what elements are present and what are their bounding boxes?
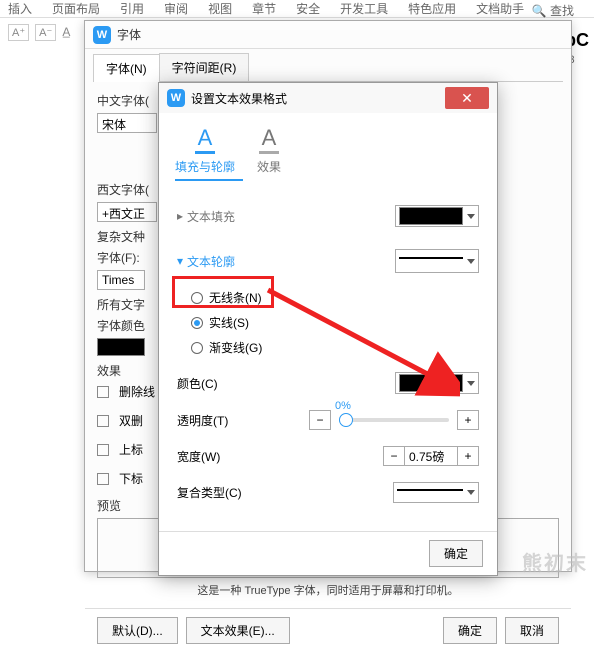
- radio-no-line[interactable]: 无线条(N): [191, 289, 479, 306]
- color-label: 颜色(C): [177, 375, 218, 392]
- fx-ok-button[interactable]: 确定: [429, 540, 483, 567]
- ribbon-tab[interactable]: 页面布局: [52, 0, 100, 17]
- cancel-button[interactable]: 取消: [505, 617, 559, 644]
- fx-title-bar: W 设置文本效果格式 ✕: [159, 83, 497, 113]
- chevron-down-icon: [467, 259, 475, 264]
- chevron-down-icon: [467, 490, 475, 495]
- default-button[interactable]: 默认(D)...: [97, 617, 178, 644]
- chevron-down-icon: [467, 381, 475, 386]
- ribbon-tab[interactable]: 开发工具: [340, 0, 388, 17]
- width-label: 宽度(W): [177, 448, 220, 465]
- text-effect-dialog: W 设置文本效果格式 ✕ A 填充与轮廓 A 效果 ▸ 文本填充 ▾ 文本轮廓 …: [158, 82, 498, 576]
- west-font-field[interactable]: +西文正: [97, 202, 157, 222]
- outline-color-picker[interactable]: [395, 372, 479, 394]
- search-box[interactable]: 🔍 查找: [532, 2, 574, 19]
- mode-fill-outline[interactable]: A 填充与轮廓: [175, 125, 235, 175]
- tab-spacing[interactable]: 字符间距(R): [159, 53, 250, 81]
- opacity-label: 透明度(T): [177, 412, 228, 429]
- mode-effects[interactable]: A 效果: [257, 125, 281, 175]
- section-text-fill[interactable]: ▸ 文本填充: [177, 208, 235, 225]
- font-color-icon[interactable]: A̲: [62, 25, 70, 39]
- radio-gradient-line[interactable]: 渐变线(G): [191, 339, 479, 356]
- increase-font-icon[interactable]: A⁺: [8, 24, 29, 41]
- cn-font-field[interactable]: 宋体: [97, 113, 157, 133]
- app-icon: W: [167, 89, 185, 107]
- font-color-label: 字体颜色: [97, 317, 167, 334]
- cn-font-label: 中文字体(: [97, 92, 167, 109]
- tab-font[interactable]: 字体(N): [93, 54, 160, 82]
- chevron-down-icon: [467, 214, 475, 219]
- text-effect-button[interactable]: 文本效果(E)...: [186, 617, 290, 644]
- font-dialog-tabs: 字体(N) 字符间距(R): [93, 53, 563, 82]
- width-minus[interactable]: −: [383, 446, 405, 466]
- ribbon-tab[interactable]: 章节: [252, 0, 276, 17]
- opacity-value: 0%: [335, 400, 351, 412]
- complex-font-field[interactable]: Times: [97, 270, 145, 290]
- app-icon: W: [93, 26, 111, 44]
- ribbon: 插入 页面布局 引用 审阅 视图 章节 安全 开发工具 特色应用 文档助手: [0, 0, 594, 18]
- width-field[interactable]: 0.75磅: [405, 446, 457, 466]
- ok-button[interactable]: 确定: [443, 617, 497, 644]
- font-dialog-title: W 字体: [85, 21, 571, 49]
- opacity-slider[interactable]: 0%: [339, 418, 449, 422]
- truetype-note: 这是一种 TrueType 字体，同时适用于屏幕和打印机。: [97, 582, 559, 598]
- ribbon-tab[interactable]: 特色应用: [408, 0, 456, 17]
- ribbon-tab[interactable]: 插入: [8, 0, 32, 17]
- opacity-minus[interactable]: −: [309, 410, 331, 430]
- effect-letter-icon: A: [259, 125, 279, 154]
- close-icon[interactable]: ✕: [445, 87, 489, 109]
- ribbon-tab[interactable]: 视图: [208, 0, 232, 17]
- ribbon-tab[interactable]: 引用: [120, 0, 144, 17]
- ribbon-tab[interactable]: 文档助手: [476, 0, 524, 17]
- decrease-font-icon[interactable]: A⁻: [35, 24, 56, 41]
- fx-mode-tabs: A 填充与轮廓 A 效果: [159, 113, 497, 179]
- ribbon-tab[interactable]: 审阅: [164, 0, 188, 17]
- font-dialog-buttons: 默认(D)... 文本效果(E)... 确定 取消: [85, 608, 571, 652]
- west-font-label: 西文字体(: [97, 181, 167, 198]
- section-text-outline[interactable]: ▾ 文本轮廓: [177, 253, 235, 270]
- width-plus[interactable]: +: [457, 446, 479, 466]
- outline-preview-picker[interactable]: [395, 249, 479, 273]
- fill-letter-icon: A: [195, 125, 215, 154]
- opacity-plus[interactable]: +: [457, 410, 479, 430]
- fill-color-picker[interactable]: [395, 205, 479, 227]
- watermark: 熊初末: [522, 547, 588, 576]
- compound-type-picker[interactable]: [393, 482, 479, 503]
- compound-label: 复合类型(C): [177, 484, 242, 501]
- font-color-swatch[interactable]: [97, 338, 145, 356]
- ribbon-tab[interactable]: 安全: [296, 0, 320, 17]
- radio-solid-line[interactable]: 实线(S): [191, 314, 479, 331]
- complex-font-label: 字体(F):: [97, 249, 167, 266]
- fx-title: 设置文本效果格式: [191, 90, 287, 107]
